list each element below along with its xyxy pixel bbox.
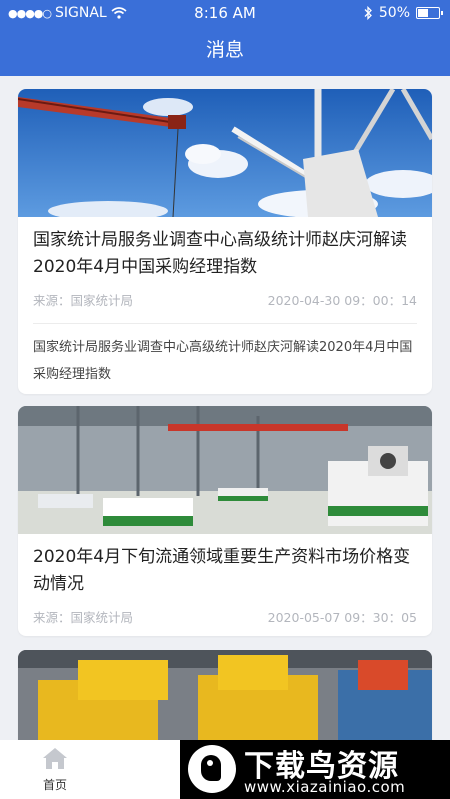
home-icon	[43, 748, 67, 769]
article-datetime: 2020-05-07 09：30：05	[267, 610, 417, 625]
article-source: 来源：国家统计局	[33, 610, 134, 625]
article-title[interactable]: 国家统计局服务业调查中心高级统计师赵庆河解读2020年4月中国采购经理指数	[18, 217, 432, 281]
watermark-banner: 下载鸟资源 www.xiazainiao.com	[180, 740, 450, 799]
crane-photo	[18, 89, 432, 217]
battery-percent: 50%	[378, 5, 410, 21]
article-summary: 国家统计局服务业调查中心高级统计师赵庆河解读2020年4月中国采购经理指数	[33, 340, 413, 382]
article-datetime: 2020-04-30 09：00：14	[267, 293, 417, 308]
article-image-cranes	[18, 89, 432, 217]
article-meta: 来源：国家统计局 2020-04-30 09：00：14	[18, 290, 432, 309]
article-title[interactable]: 2020年4月下旬流通领域重要生产资料市场价格变动情况	[18, 534, 432, 598]
article-card[interactable]: 2020年4月下旬流通领域重要生产资料市场价格变动情况 来源：国家统计局 202…	[18, 406, 432, 636]
page-title: 消息	[205, 39, 244, 61]
status-bar: ●●●●○ SIGNAL 8:16 AM 50%	[0, 0, 450, 26]
nav-bar: 消息	[0, 26, 450, 76]
bluetooth-icon	[364, 6, 372, 20]
tab-home[interactable]: 首页	[30, 746, 80, 793]
article-card[interactable]: 国家统计局服务业调查中心高级统计师赵庆河解读2020年4月中国采购经理指数 来源…	[18, 89, 432, 394]
factory-photo	[18, 406, 432, 534]
article-source: 来源：国家统计局	[33, 293, 134, 308]
watermark-url: www.xiazainiao.com	[244, 778, 406, 796]
bird-logo-icon	[188, 745, 236, 793]
battery-icon	[416, 7, 443, 19]
article-image-factory	[18, 406, 432, 534]
tab-home-label: 首页	[42, 778, 67, 792]
article-meta: 来源：国家统计局 2020-05-07 09：30：05	[18, 607, 432, 626]
tab-bar: 首页	[0, 740, 180, 799]
